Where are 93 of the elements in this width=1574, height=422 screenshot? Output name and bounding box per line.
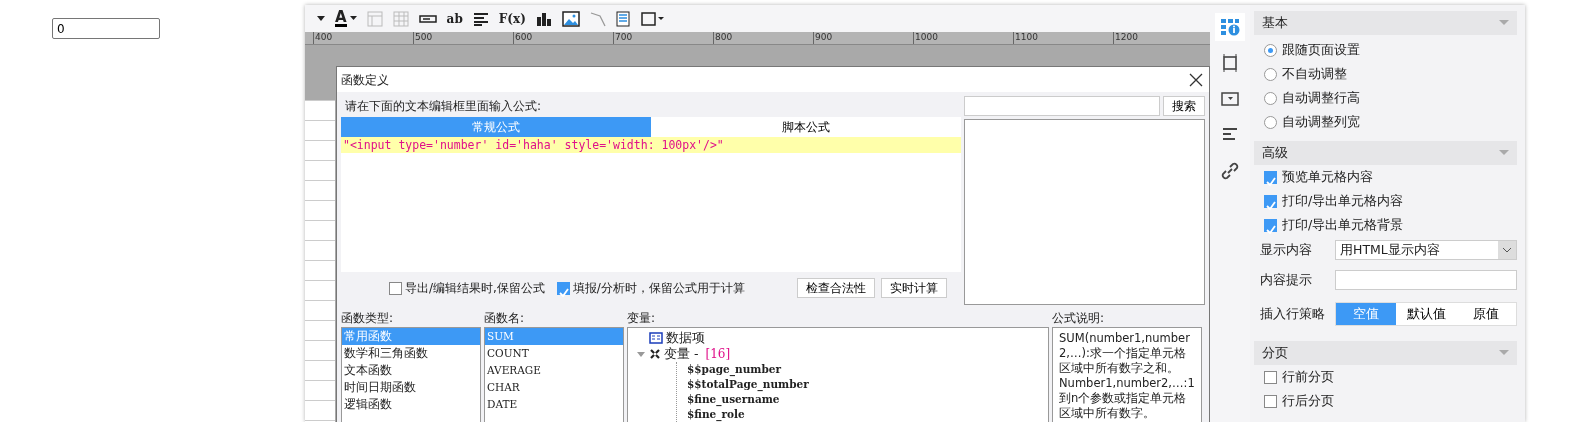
list-item[interactable]: COUNT [485,345,623,362]
checkbox-label[interactable]: 预览单元格内容 [1254,165,1517,189]
line-icon[interactable] [589,10,606,27]
radio-label[interactable]: 自动调整列宽 [1254,110,1517,134]
column-label: 函数名: [484,310,526,327]
text-tool-button[interactable]: ab [446,8,463,29]
list-item[interactable]: 文本函数 [342,362,480,379]
image-icon[interactable] [561,10,580,27]
ruler-label: 1000 [913,32,1013,44]
search-button[interactable]: 搜索 [1163,96,1205,116]
section-header[interactable]: 高级 [1254,141,1517,165]
formula-text: "<input type='number' id='haha' style='width: 100px'/>" [341,137,961,153]
radio-label[interactable]: 不自动调整 [1254,62,1517,86]
collapse-caret-icon[interactable] [1499,20,1509,26]
caret-icon[interactable] [349,16,357,21]
input-box-icon[interactable] [418,13,437,24]
list-item[interactable]: 时间日期函数 [342,379,480,396]
checkbox-label[interactable]: 打印/导出单元格背景 [1254,213,1517,237]
display-select[interactable]: 用HTML显示内容 [1335,240,1517,260]
list-item[interactable]: CHAR [485,379,623,396]
section-header[interactable]: 基本 [1254,11,1517,35]
list-item[interactable]: 数学和三角函数 [342,345,480,362]
radio-label[interactable]: 自动调整行高 [1254,86,1517,110]
description-text: SUM(number1,number2,…):求一个指定单元格区域中所有数字之和。 [1059,331,1191,376]
dialog-title: 函数定义 [341,71,389,89]
font-color-button[interactable]: A [335,8,357,29]
section-header[interactable]: 分页 [1254,341,1517,365]
ruler-label: 1100 [1013,32,1113,44]
expand-caret-icon[interactable] [636,350,646,358]
checkbox-label[interactable]: 填报/分析时，保留公式用于计算 [556,279,745,297]
radio-button[interactable] [1264,91,1277,105]
checkbox[interactable] [389,281,402,295]
formula-editor[interactable]: "<input type='number' id='haha' style='width: 100px'/>" [341,137,961,272]
radio-label[interactable]: 跟随页面设置 [1254,38,1517,62]
bar-chart-icon[interactable] [535,10,552,27]
chevron-down-icon[interactable] [1502,247,1512,253]
cell-info-icon [1220,18,1240,36]
action-button[interactable]: 实时计算 [880,278,947,298]
caret-icon[interactable] [317,15,325,22]
ruler-label: 400 [313,32,413,44]
checkbox-label[interactable]: 打印/导出单元格内容 [1254,189,1517,213]
list-item[interactable]: 逻辑函数 [342,396,480,413]
checkbox[interactable] [1264,394,1277,408]
column-label: 函数类型: [341,310,395,327]
radio-button[interactable] [1264,43,1277,57]
document-icon[interactable] [615,10,630,27]
ruler-label: 500 [413,32,513,44]
checkbox[interactable] [1264,170,1277,184]
field-label: 显示内容 [1260,240,1313,259]
prompt-label: 请在下面的文本编辑框里面输入公式: [344,98,543,115]
action-button[interactable]: 检查合法性 [796,278,875,298]
search-field[interactable] [963,96,1160,116]
field-label: 内容提示 [1260,270,1313,289]
dataset-icon [649,332,663,344]
checkbox[interactable] [556,281,570,295]
collapse-caret-icon[interactable] [1499,350,1509,356]
ruler-label: 800 [713,32,813,44]
column-label: 变量: [627,310,657,327]
description-text: Number1,number2,…:1到n个参数或指定单元格区域中所有数字。 [1059,376,1195,421]
tree-item[interactable]: $$totalPage_number [677,377,1048,392]
count-label: [16] [705,346,731,363]
border-icon[interactable] [639,10,664,27]
ruler-label: 600 [513,32,613,44]
list-item[interactable]: DATE [485,396,623,413]
field-label: 插入行策略 [1260,304,1326,323]
segment-option[interactable]: 原值 [1456,303,1516,325]
checkbox[interactable] [1264,194,1277,208]
align-left-icon[interactable] [472,11,489,26]
checkbox-label[interactable]: 导出/编辑结果时,保留公式 [389,279,545,297]
text-tool-button[interactable]: F(x) [498,8,526,29]
segment-option[interactable]: 默认值 [1396,303,1456,325]
tree-item[interactable]: $fine_username [677,392,1048,407]
tab[interactable]: 脚本公式 [650,117,961,137]
tree-item[interactable]: $fine_role [677,407,1048,422]
checkbox-label[interactable]: 行后分页 [1254,389,1517,413]
ruler-label: 700 [613,32,713,44]
collapse-caret-icon[interactable] [1499,150,1509,156]
dropdown-icon [1221,91,1239,107]
checkbox[interactable] [1264,370,1277,384]
number-input[interactable]: 0 [52,18,160,39]
variable-icon [649,348,661,360]
column-label: 公式说明: [1052,310,1106,327]
link-icon [1221,162,1239,180]
align-icon [1221,127,1239,143]
radio-button[interactable] [1264,115,1277,129]
list-item[interactable]: AVERAGE [485,362,623,379]
checkbox-label[interactable]: 行前分页 [1254,365,1517,389]
radio-button[interactable] [1264,67,1277,81]
tree-item[interactable]: $$page_number [677,362,1048,377]
checkbox[interactable] [1264,218,1277,232]
frame-icon [1221,54,1239,72]
hint-field[interactable] [1335,270,1517,290]
ruler-label: 900 [813,32,913,44]
